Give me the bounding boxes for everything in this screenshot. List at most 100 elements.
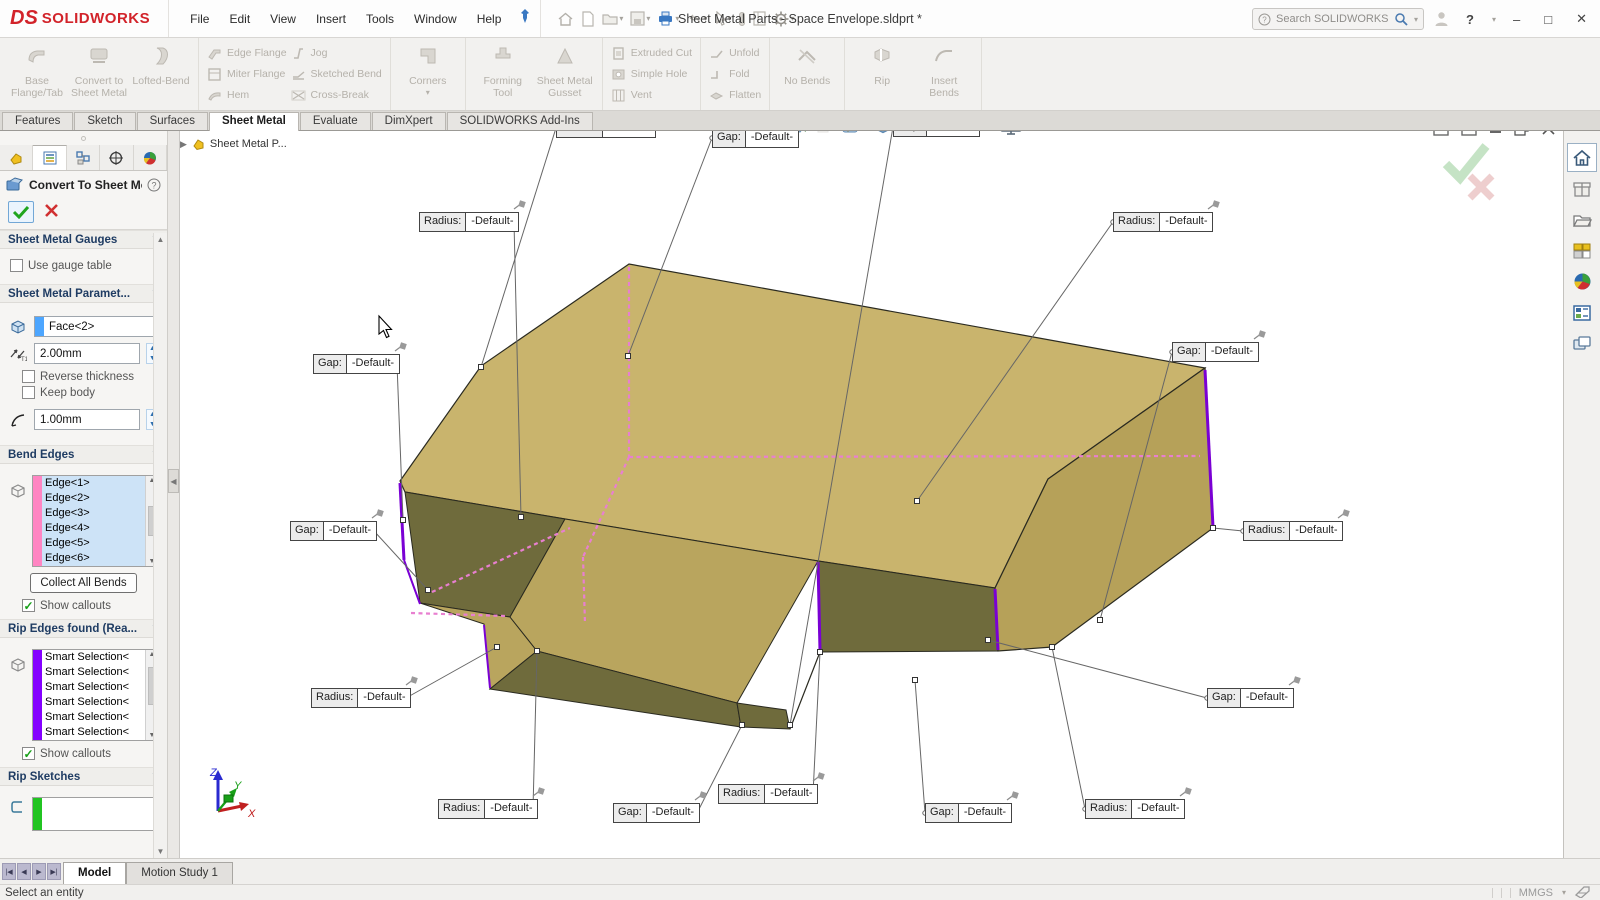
section-sheet-metal-gauges[interactable]: Sheet Metal Gauges⌃	[0, 230, 167, 249]
callout-value[interactable]: -Default-	[765, 785, 817, 803]
callout-value[interactable]: -Default-	[746, 131, 798, 147]
callout-gap[interactable]: Gap:-Default-	[893, 131, 980, 137]
callout-value[interactable]: -Default-	[603, 131, 655, 137]
convert-to-sheet-metal-button[interactable]: Convert to Sheet Metal	[70, 40, 128, 108]
callout-radius[interactable]: Radius:-Default-	[718, 784, 818, 804]
callout-radius[interactable]: Radius:-Default-	[556, 131, 656, 138]
splitter-collapse-handle[interactable]: ◀	[168, 469, 179, 493]
callout-radius[interactable]: Radius:-Default-	[1113, 212, 1213, 232]
callout-value[interactable]: -Default-	[1241, 689, 1293, 707]
close-button[interactable]: ✕	[1569, 9, 1594, 29]
appearance-icon[interactable]: ▾	[840, 131, 867, 136]
simple-hole-button[interactable]: Simple Hole	[611, 66, 692, 83]
tab-next-button[interactable]: ▶	[32, 863, 46, 880]
bend-edge-item[interactable]: Edge<1>	[42, 476, 145, 491]
tab-motion-study[interactable]: Motion Study 1	[126, 862, 233, 884]
use-gauge-table-checkbox[interactable]	[10, 259, 23, 272]
tab-prev-button[interactable]: ◀	[17, 863, 31, 880]
callout-value[interactable]: -Default-	[485, 800, 537, 818]
leader-anchor-handle[interactable]	[1211, 526, 1216, 531]
print-button[interactable]: ▾	[655, 9, 681, 28]
ribbon-tab[interactable]: DimXpert	[372, 112, 446, 130]
leader-anchor-handle[interactable]	[426, 588, 431, 593]
rip-button[interactable]: Rip	[853, 40, 911, 108]
callout-value[interactable]: -Default-	[1160, 213, 1212, 231]
ribbon-tab[interactable]: Evaluate	[300, 112, 371, 130]
insert-bends-button[interactable]: Insert Bends	[915, 40, 973, 108]
help-button[interactable]: ?	[1459, 10, 1481, 29]
pin-icon[interactable]	[1006, 791, 1019, 804]
collect-all-bends-button[interactable]: Collect All Bends	[30, 573, 136, 593]
new-document-button[interactable]	[579, 9, 597, 29]
ribbon-tab[interactable]: Surfaces	[137, 112, 208, 130]
select-button[interactable]: ▾	[712, 9, 733, 28]
callout-radius[interactable]: Radius:-Default-	[1243, 521, 1343, 541]
thickness-input[interactable]: 2.00mm	[34, 343, 140, 364]
ribbon-tab[interactable]: SOLIDWORKS Add-Ins	[447, 112, 593, 130]
rip-edge-item[interactable]: Smart Selection<	[42, 710, 145, 725]
edit-tag-icon[interactable]	[1574, 885, 1592, 900]
leader-anchor-handle[interactable]	[1050, 645, 1055, 650]
tab-dimxpertmanager[interactable]	[100, 145, 133, 170]
units-dropdown-caret[interactable]: ▾	[1562, 888, 1566, 897]
callout-value[interactable]: -Default-	[647, 804, 699, 822]
callout-value[interactable]: -Default-	[1206, 343, 1258, 361]
menu-item[interactable]: Edit	[220, 8, 259, 30]
doc-close-button[interactable]	[1542, 131, 1555, 140]
open-button[interactable]: ▾	[600, 9, 625, 28]
leader-anchor-handle[interactable]	[740, 723, 745, 728]
leader-anchor-handle[interactable]	[915, 499, 920, 504]
callout-radius[interactable]: Radius:-Default-	[438, 799, 538, 819]
tab-first-button[interactable]: |◀	[2, 863, 16, 880]
lofted-bend-button[interactable]: Lofted-Bend	[132, 40, 190, 108]
leader-anchor-handle[interactable]	[913, 678, 918, 683]
bend-edge-item[interactable]: Edge<3>	[42, 506, 145, 521]
select-dropdown-caret[interactable]: ▾	[727, 14, 731, 23]
pin-icon[interactable]	[394, 342, 407, 355]
bend-radius-input[interactable]: 1.00mm	[34, 409, 140, 430]
base-flange-button[interactable]: Base Flange/Tab	[8, 40, 66, 108]
tab-propertymanager[interactable]	[33, 145, 66, 170]
bend-edge-item[interactable]: Edge<5>	[42, 536, 145, 551]
graphics-viewport[interactable]: Z Y X ▶ Sheet Metal P... ▾ ▾ ▾	[180, 131, 1563, 858]
menu-item[interactable]: View	[261, 8, 305, 30]
tab-last-button[interactable]: ▶|	[47, 863, 61, 880]
cross-break-button[interactable]: Cross-Break	[291, 87, 382, 104]
pin-icon[interactable]	[1253, 330, 1266, 343]
ribbon-tab[interactable]: Sketch	[74, 112, 135, 130]
leader-anchor-handle[interactable]	[626, 354, 631, 359]
callout-gap[interactable]: Gap:-Default-	[925, 803, 1012, 823]
rip-edges-list[interactable]: Smart Selection<Smart Selection<Smart Se…	[32, 649, 159, 741]
jog-button[interactable]: Jog	[291, 45, 382, 62]
hem-button[interactable]: Hem	[207, 87, 287, 104]
panel-grip[interactable]	[0, 131, 167, 145]
leader-anchor-handle[interactable]	[535, 649, 540, 654]
options-dropdown-caret[interactable]: ▾	[790, 14, 794, 23]
viewport-split-right-icon[interactable]	[1461, 131, 1477, 141]
breadcrumb[interactable]: ▶ Sheet Metal P...	[180, 137, 287, 151]
rip-edge-item[interactable]: Smart Selection<	[42, 680, 145, 695]
pin-icon[interactable]	[532, 787, 545, 800]
show-callouts-checkbox[interactable]	[22, 599, 35, 612]
help-dropdown-caret[interactable]: ▾	[1492, 15, 1496, 24]
open-dropdown-caret[interactable]: ▾	[619, 14, 623, 23]
taskpane-design-library-button[interactable]	[1567, 205, 1597, 234]
rip-edge-item[interactable]: Smart Selection<	[42, 725, 145, 740]
section-rip-edges[interactable]: Rip Edges found (Rea...⌃	[0, 619, 167, 638]
callout-value[interactable]: -Default-	[1290, 522, 1342, 540]
undo-dropdown-caret[interactable]: ▾	[703, 14, 707, 23]
previous-view-icon[interactable]	[815, 131, 835, 136]
callout-value[interactable]: -Default-	[466, 213, 518, 231]
section-sheet-metal-parameters[interactable]: Sheet Metal Paramet...⌃	[0, 284, 167, 303]
reference-button[interactable]	[736, 9, 748, 29]
doc-restore-button[interactable]	[1514, 131, 1530, 141]
callout-gap[interactable]: Gap:-Default-	[1172, 342, 1259, 362]
callout-radius[interactable]: Radius:-Default-	[311, 688, 411, 708]
help-icon[interactable]: ?	[147, 178, 161, 192]
minimize-button[interactable]: –	[1506, 10, 1527, 29]
callout-gap[interactable]: Gap:-Default-	[290, 521, 377, 541]
pin-icon[interactable]	[1179, 787, 1192, 800]
menu-item[interactable]: File	[181, 8, 218, 30]
search-icon[interactable]	[1394, 12, 1408, 26]
forming-tool-button[interactable]: Forming Tool	[474, 40, 532, 108]
